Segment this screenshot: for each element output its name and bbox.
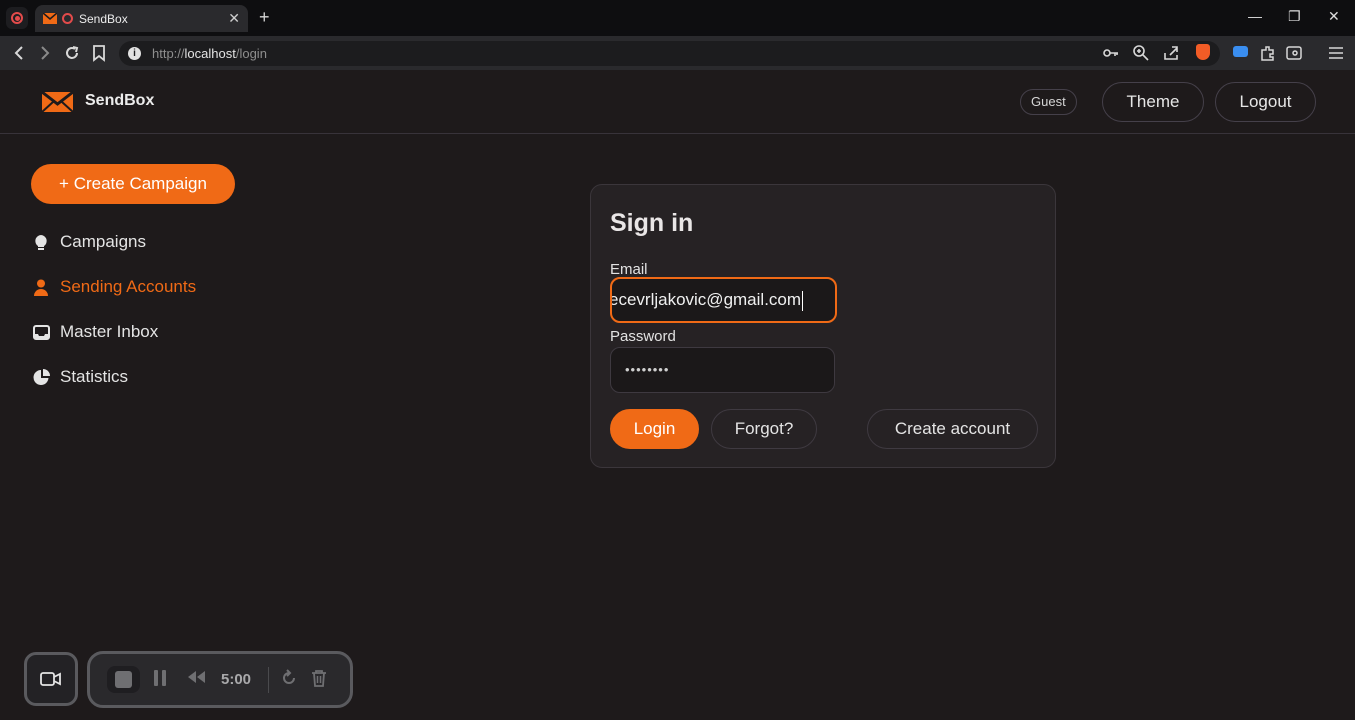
zoom-icon[interactable] — [1132, 44, 1150, 62]
camera-toggle-button[interactable] — [24, 652, 78, 706]
forgot-password-button[interactable]: Forgot? — [711, 409, 817, 449]
brave-shield-icon[interactable] — [1196, 44, 1210, 60]
record-indicator-icon[interactable] — [6, 7, 28, 29]
sidebar-item-label: Sending Accounts — [60, 277, 197, 296]
text-caret — [802, 290, 804, 311]
browser-tab-bar: SendBox ✕ + — ❐ ✕ — [0, 0, 1355, 36]
tab-title: SendBox — [79, 11, 128, 26]
restore-button[interactable]: ❐ — [1288, 8, 1301, 25]
close-window-button[interactable]: ✕ — [1328, 8, 1340, 25]
divider — [268, 667, 269, 693]
sidebar-item-label: Campaigns — [60, 232, 146, 251]
password-field[interactable]: •••••••• — [610, 347, 835, 393]
tab-close-icon[interactable]: ✕ — [228, 10, 240, 27]
stop-icon — [115, 671, 132, 688]
sidebar-item-label: Master Inbox — [60, 322, 159, 341]
logout-button[interactable]: Logout — [1215, 82, 1316, 122]
url-text: http://localhost/login — [152, 46, 267, 61]
signin-card: Sign in Email ecevrljakovic@gmail.com Pa… — [590, 184, 1056, 468]
trash-icon[interactable] — [311, 669, 327, 687]
back-icon[interactable] — [12, 44, 26, 62]
create-campaign-button[interactable]: + Create Campaign — [31, 164, 235, 204]
recording-timer: 5:00 — [221, 671, 252, 688]
sendbox-logo-icon[interactable] — [42, 90, 73, 114]
browser-toolbar: i http://localhost/login — [0, 36, 1355, 70]
sidebar-item-sending-accounts[interactable]: Sending Accounts — [32, 275, 196, 299]
video-camera-icon — [40, 672, 61, 686]
stop-recording-button[interactable] — [107, 666, 140, 693]
rewind-icon[interactable] — [185, 669, 207, 685]
signin-title: Sign in — [610, 209, 694, 237]
brand-name[interactable]: SendBox — [85, 92, 154, 110]
browser-tab[interactable]: SendBox ✕ — [35, 5, 248, 32]
user-icon — [32, 278, 50, 296]
menu-icon[interactable] — [1327, 44, 1345, 62]
screenshot-extension-icon[interactable] — [1233, 46, 1248, 57]
wallet-icon[interactable] — [1285, 44, 1303, 62]
pie-chart-icon — [32, 368, 50, 386]
reload-icon[interactable] — [63, 44, 81, 62]
share-icon[interactable] — [1162, 44, 1180, 62]
sidebar-item-master-inbox[interactable]: Master Inbox — [32, 320, 158, 344]
password-key-icon[interactable] — [1102, 44, 1120, 62]
bookmark-icon[interactable] — [92, 44, 106, 62]
sendbox-favicon-icon — [43, 13, 57, 24]
app-header: SendBox Guest Theme Logout — [0, 70, 1355, 134]
pause-icon[interactable] — [152, 669, 168, 687]
login-button[interactable]: Login — [610, 409, 699, 449]
extensions-icon[interactable] — [1259, 44, 1277, 62]
tab-recording-icon — [62, 13, 73, 24]
restart-icon[interactable] — [280, 669, 298, 687]
lightbulb-icon — [32, 233, 50, 251]
create-account-button[interactable]: Create account — [867, 409, 1038, 449]
sidebar-item-label: Statistics — [60, 367, 129, 386]
sidebar-item-statistics[interactable]: Statistics — [32, 365, 128, 389]
new-tab-button[interactable]: + — [259, 7, 270, 28]
email-label: Email — [610, 261, 648, 278]
recorder-controls: 5:00 — [87, 651, 353, 708]
forward-icon[interactable] — [38, 44, 52, 62]
theme-button[interactable]: Theme — [1102, 82, 1204, 122]
user-badge: Guest — [1020, 89, 1077, 115]
inbox-icon — [32, 323, 50, 341]
email-field[interactable]: ecevrljakovic@gmail.com — [610, 277, 837, 323]
site-info-icon[interactable]: i — [128, 47, 141, 60]
minimize-button[interactable]: — — [1248, 8, 1262, 24]
sidebar-item-campaigns[interactable]: Campaigns — [32, 230, 146, 254]
password-label: Password — [610, 328, 676, 345]
address-bar[interactable]: i http://localhost/login — [119, 41, 1220, 66]
